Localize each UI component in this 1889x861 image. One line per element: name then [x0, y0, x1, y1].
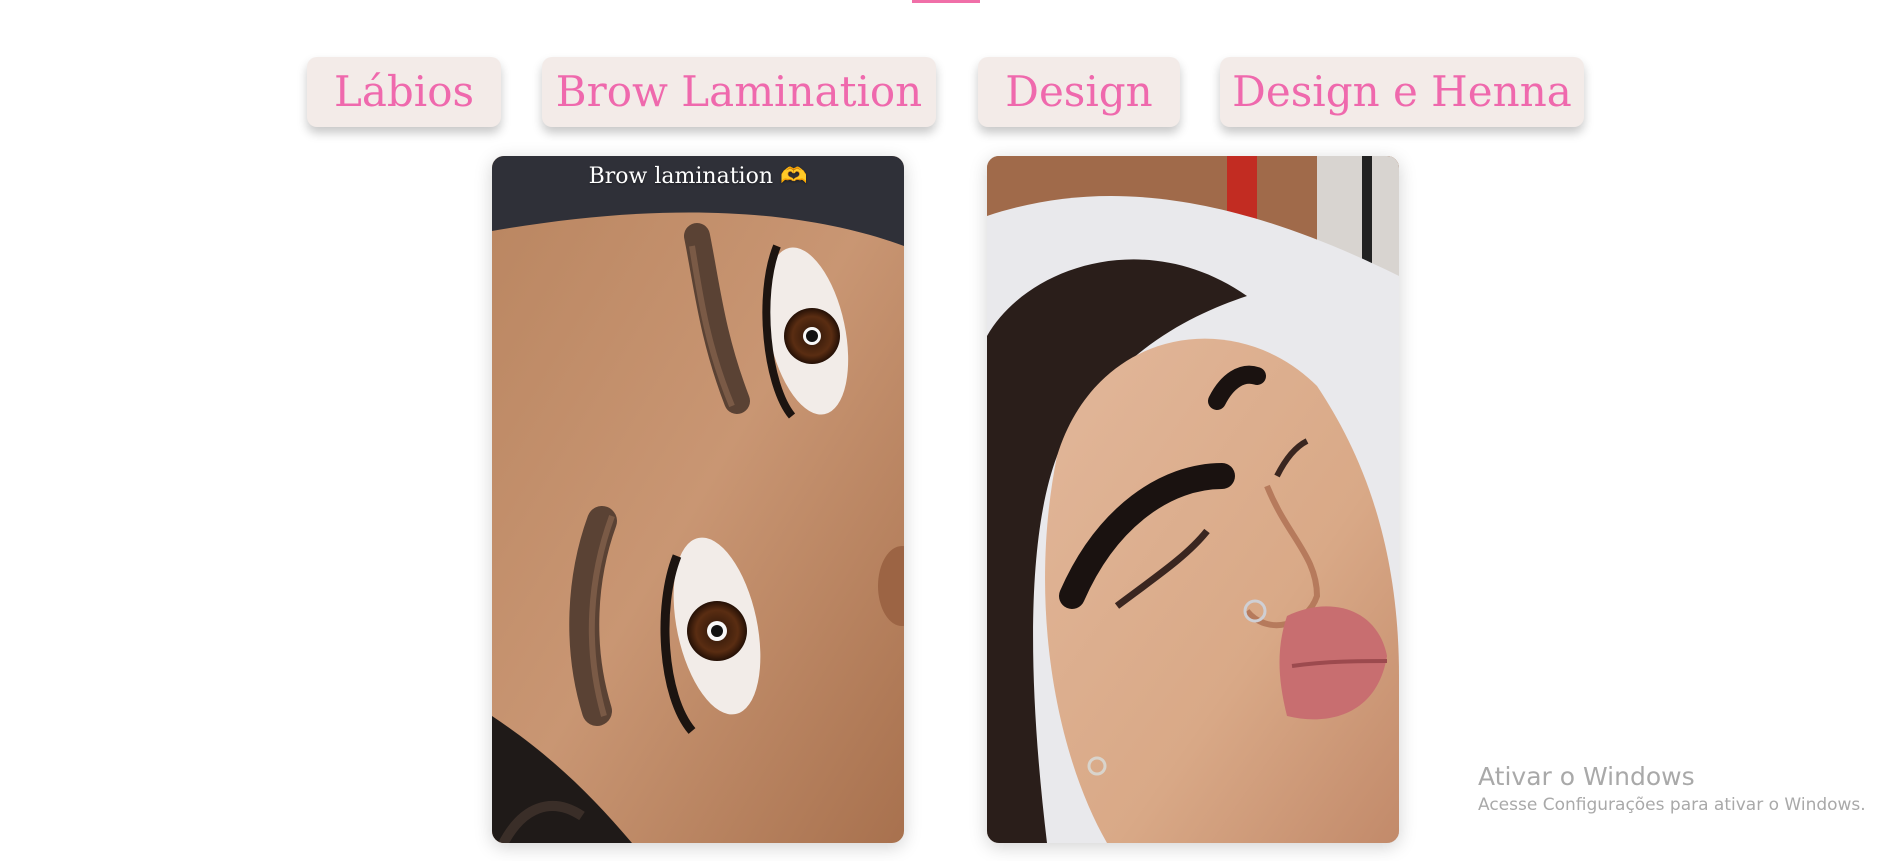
watermark-title: Ativar o Windows: [1478, 762, 1695, 791]
tab-design[interactable]: Design: [978, 57, 1180, 127]
tab-label: Lábios: [333, 67, 475, 116]
tab-label: Design: [1005, 67, 1153, 116]
windows-activation-watermark: Ativar o Windows Acesse Configurações pa…: [1478, 762, 1866, 818]
tab-brow-lamination[interactable]: Brow Lamination: [542, 57, 936, 127]
photo-caption: Brow lamination 🫶: [588, 164, 808, 189]
watermark-subtitle: Acesse Configurações para ativar o Windo…: [1478, 795, 1866, 815]
brow-lamination-photo: [492, 156, 904, 843]
eyebrow-design-photo: [987, 156, 1399, 843]
tab-label: Design e Henna: [1232, 67, 1572, 116]
active-tab-indicator: [912, 0, 980, 3]
tab-labios[interactable]: Lábios: [307, 57, 501, 127]
gallery-photo-design[interactable]: [987, 156, 1399, 843]
tab-design-e-henna[interactable]: Design e Henna: [1220, 57, 1584, 127]
gallery-photo-brow-lamination[interactable]: Brow lamination 🫶: [492, 156, 904, 843]
tab-label: Brow Lamination: [555, 67, 923, 116]
